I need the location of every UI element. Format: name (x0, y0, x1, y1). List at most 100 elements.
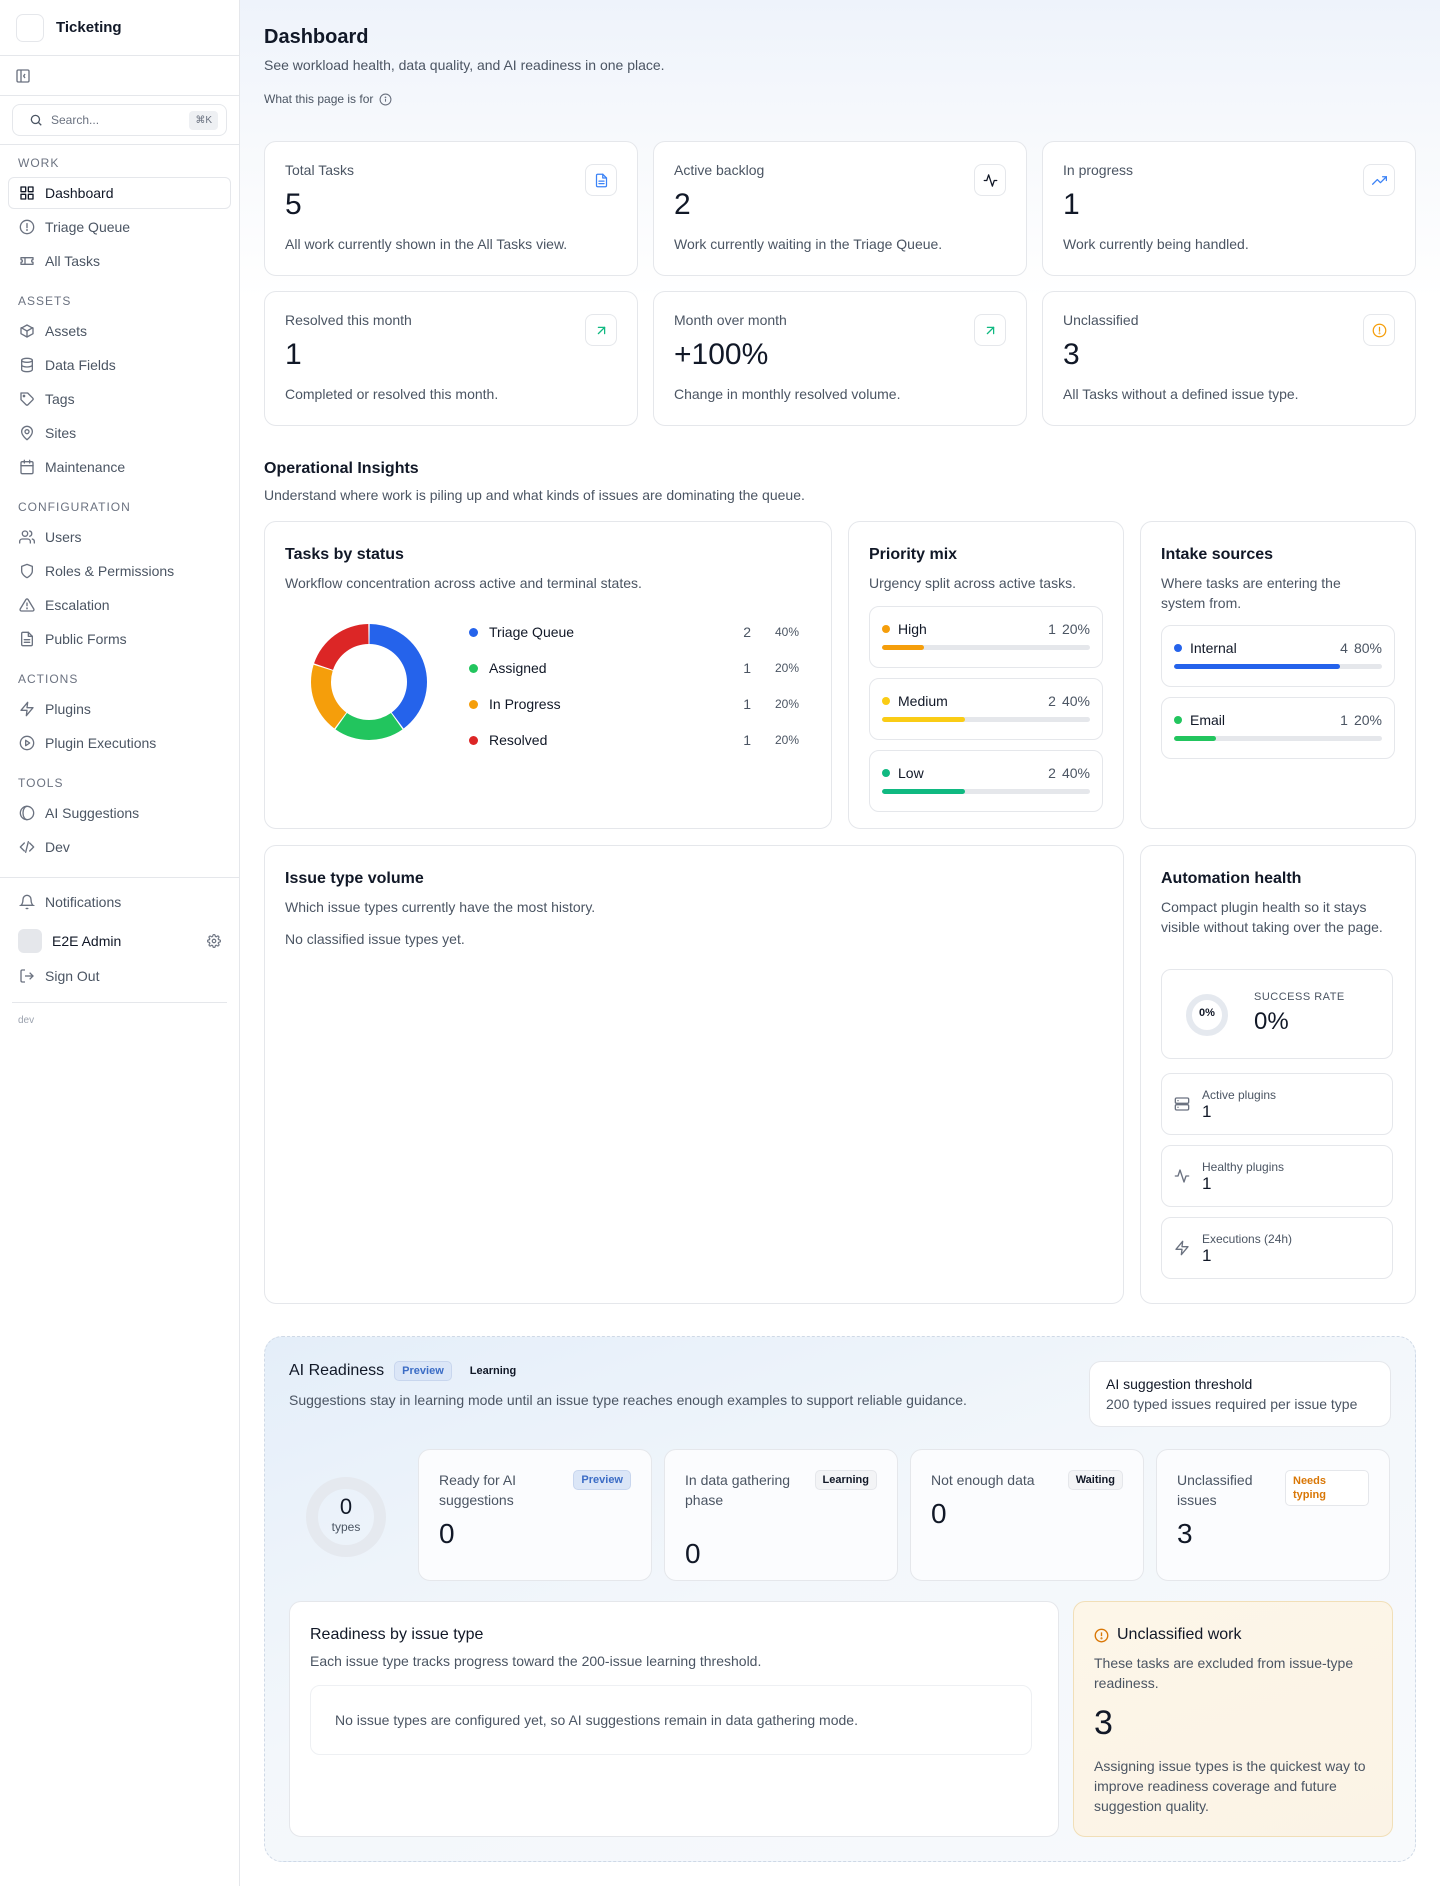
intake-label: Email (1190, 712, 1226, 728)
main-content: Dashboard See workload health, data qual… (240, 0, 1440, 1886)
stat-card-month-over-month: Month over month +100% Change in monthly r… (653, 291, 1027, 426)
priority-item-medium: Medium 2 40% (869, 678, 1103, 740)
stat-card-in-progress: In progress 1 Work currently being handled… (1042, 141, 1416, 276)
notifications-link[interactable]: Notifications (8, 886, 231, 918)
alert-circle-icon (1363, 314, 1395, 346)
ai-icon (19, 805, 35, 821)
intake-sources-card: Intake sources Where tasks are entering … (1140, 521, 1416, 829)
sidebar-item-all-tasks[interactable]: All Tasks (8, 245, 231, 277)
sidebar-item-dashboard[interactable]: Dashboard (8, 177, 231, 209)
tag-icon (19, 391, 35, 407)
status-dot (882, 697, 890, 705)
issue-volume-title: Issue type volume (285, 870, 424, 887)
sidebar-item-ai-suggestions[interactable]: AI Suggestions (8, 797, 231, 829)
legend-percent: 40% (774, 625, 799, 639)
intake-percent: 80% (1353, 640, 1382, 656)
bolt-icon (19, 701, 35, 717)
sidebar-item-sites[interactable]: Sites (8, 417, 231, 449)
stat-description: All work currently shown in the All Task… (285, 236, 568, 252)
status-dot (1174, 644, 1182, 652)
sidebar-item-roles-permissions[interactable]: Roles & Permissions (8, 555, 231, 587)
stat-value: 1 (1063, 188, 1080, 221)
legend-label: In Progress (489, 696, 561, 712)
progress-fill (1174, 664, 1341, 669)
status-dot (882, 625, 890, 633)
settings-gear-icon[interactable] (207, 934, 221, 948)
sign-out-link[interactable]: Sign Out (8, 960, 231, 992)
ai-readiness-card-1: Ready for AI suggestions 0 Preview (418, 1449, 652, 1581)
sidebar-item-plugins[interactable]: Plugins (8, 693, 231, 725)
stat-description: Completed or resolved this month. (285, 386, 499, 402)
ai-readiness-title: AI Readiness (289, 1362, 385, 1379)
search-input[interactable]: Search... ⌘K (12, 104, 227, 136)
sidebar-item-label: Public Forms (45, 631, 127, 647)
nav-section: Assets Data Fields Tags Sites Maintenance (0, 315, 239, 483)
legend-percent: 20% (774, 661, 799, 675)
unclassified-work-title: Unclassified work (1117, 1626, 1242, 1643)
page-subtitle: See workload health, data quality, and A… (264, 57, 665, 73)
warning-icon (19, 597, 35, 613)
help-label: What this page is for (264, 92, 374, 106)
arrow-up-right-icon (974, 314, 1006, 346)
automation-health-card: Automation health Compact plugin health … (1140, 845, 1416, 1304)
user-profile[interactable]: E2E Admin (8, 923, 231, 959)
sidebar-item-assets[interactable]: Assets (8, 315, 231, 347)
legend-dot (469, 663, 478, 673)
donut-slice-triage-queue[interactable] (369, 624, 427, 729)
play-circle-icon (19, 735, 35, 751)
brand[interactable]: Ticketing (0, 0, 239, 56)
sidebar-item-triage-queue[interactable]: Triage Queue (8, 211, 231, 243)
legend-dot (469, 627, 478, 637)
stat-description: Work currently waiting in the Triage Que… (674, 236, 943, 252)
types-ring-value: 0 (339, 1494, 353, 1519)
file-icon (19, 631, 35, 647)
sidebar-item-tags[interactable]: Tags (8, 383, 231, 415)
automation-metric-active-plugins: Active plugins 1 (1161, 1073, 1393, 1135)
metric-label: Healthy plugins (1202, 1160, 1285, 1174)
issue-type-volume-card: Issue type volume Which issue types curr… (264, 845, 1124, 1304)
donut-slice-resolved[interactable] (314, 624, 369, 670)
donut-slice-assigned[interactable] (335, 713, 403, 740)
ticket-icon (19, 253, 35, 269)
stat-label: Resolved this month (285, 312, 412, 328)
ai-card-label: In data gathering phase (685, 1472, 791, 1508)
sidebar-item-public-forms[interactable]: Public Forms (8, 623, 231, 655)
sidebar-item-dev[interactable]: Dev (8, 831, 231, 863)
status-legend-item: Triage Queue 2 40% (469, 622, 799, 642)
stat-value: 5 (285, 188, 302, 221)
sidebar-item-label: AI Suggestions (45, 805, 140, 821)
stat-description: All Tasks without a defined issue type. (1063, 386, 1299, 402)
threshold-desc: 200 typed issues required per issue type (1106, 1396, 1358, 1412)
stat-label: Unclassified (1063, 312, 1139, 328)
ai-readiness-card-3: Not enough data 0 Waiting (910, 1449, 1144, 1581)
ai-readiness-card-2: In data gathering phase 0 Learning (664, 1449, 898, 1581)
sidebar-item-users[interactable]: Users (8, 521, 231, 553)
donut-slice-in-progress[interactable] (311, 664, 347, 729)
sidebar-item-escalation[interactable]: Escalation (8, 589, 231, 621)
sidebar-item-label: Assets (45, 323, 88, 339)
stat-description: Work currently being handled. (1063, 236, 1249, 252)
success-rate-label: SUCCESS RATE (1254, 991, 1345, 1003)
priority-percent: 40% (1061, 765, 1090, 781)
environment-label: dev (18, 1015, 35, 1026)
nav-section-label: CONFIGURATION (18, 500, 131, 514)
code-icon (19, 839, 35, 855)
status-chart-title: Tasks by status (285, 546, 404, 563)
sidebar-toggle-icon[interactable] (15, 68, 31, 84)
metric-value: 1 (1202, 1246, 1212, 1265)
readiness-empty-text: No issue types are configured yet, so AI… (335, 1712, 858, 1728)
stat-description: Change in monthly resolved volume. (674, 386, 901, 402)
sidebar-item-label: Escalation (45, 597, 110, 613)
ai-card-badge: Needs typing (1285, 1470, 1369, 1506)
ai-card-value: 0 (685, 1538, 701, 1569)
sidebar-item-plugin-executions[interactable]: Plugin Executions (8, 727, 231, 759)
insights-title: Operational Insights (264, 460, 419, 477)
sidebar-item-data-fields[interactable]: Data Fields (8, 349, 231, 381)
automation-subtitle: Compact plugin health so it stays visibl… (1161, 899, 1383, 935)
sidebar-item-label: Users (45, 529, 82, 545)
progress-fill (882, 789, 966, 794)
sidebar-item-maintenance[interactable]: Maintenance (8, 451, 231, 483)
page-help[interactable]: What this page is for (264, 92, 392, 106)
success-ring-label: 0% (1199, 1007, 1215, 1019)
learning-badge: Learning (469, 1365, 517, 1377)
